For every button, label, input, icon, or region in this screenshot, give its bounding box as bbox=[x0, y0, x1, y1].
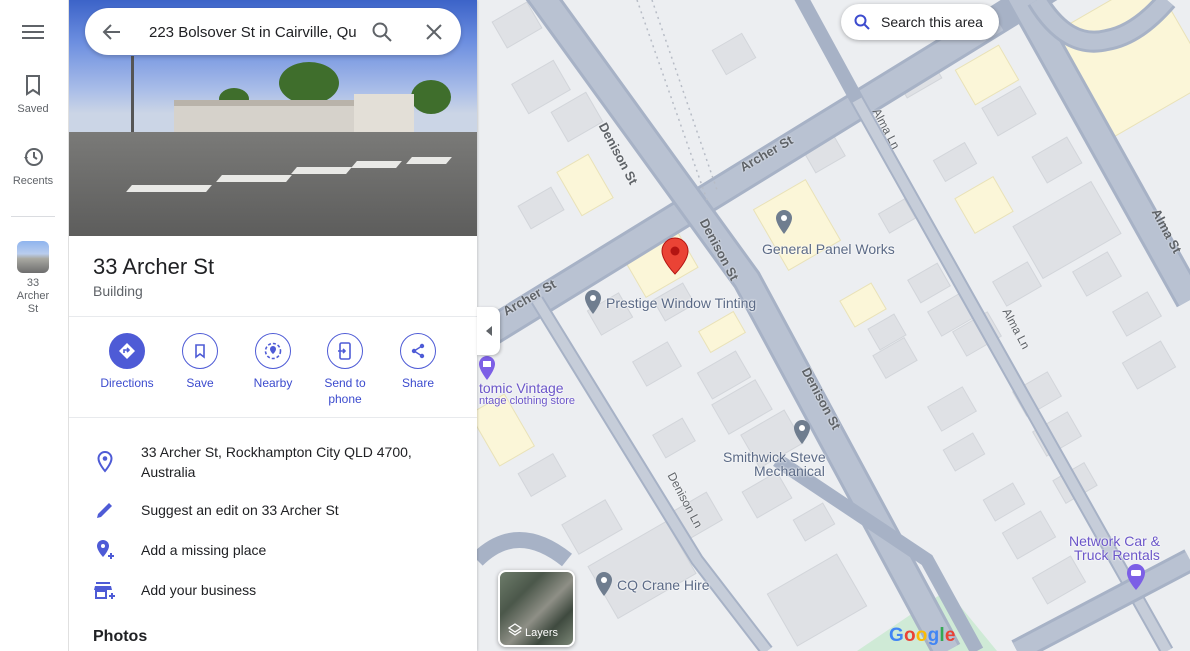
photo-tree bbox=[279, 62, 339, 104]
saved-button[interactable]: Saved bbox=[0, 73, 66, 115]
nearby-button[interactable]: Nearby bbox=[238, 333, 308, 391]
poi-label[interactable]: Prestige Window Tinting bbox=[606, 295, 756, 311]
search-input[interactable] bbox=[149, 20, 357, 44]
car-rental-pin-icon[interactable] bbox=[1126, 563, 1146, 591]
crossing-stripe bbox=[351, 161, 402, 168]
directions-button[interactable]: Directions bbox=[92, 333, 162, 391]
crossing-stripe bbox=[126, 185, 212, 192]
crossing-stripe bbox=[291, 167, 352, 174]
google-logo: Google bbox=[889, 625, 956, 646]
poi-label[interactable]: tomic Vintage bbox=[479, 380, 564, 396]
map-canvas[interactable]: Denison St Archer St Archer St Denison S… bbox=[477, 0, 1190, 651]
save-label: Save bbox=[186, 376, 214, 390]
crossing-stripe bbox=[406, 157, 452, 164]
photo-road bbox=[69, 132, 477, 236]
add-missing-place-row[interactable]: Add a missing place bbox=[69, 538, 477, 562]
search-icon[interactable] bbox=[369, 19, 395, 45]
shopping-pin-icon[interactable] bbox=[478, 355, 496, 381]
poi-pin-icon[interactable] bbox=[584, 289, 602, 315]
poi-pin-icon[interactable] bbox=[793, 419, 811, 445]
layers-button[interactable]: Layers bbox=[498, 570, 575, 647]
send-to-phone-icon bbox=[327, 333, 363, 369]
menu-icon[interactable] bbox=[20, 22, 46, 42]
selected-location-pin-icon[interactable] bbox=[661, 237, 689, 275]
recents-label: Recents bbox=[12, 175, 54, 187]
address-text: 33 Archer St, Rockhampton City QLD 4700,… bbox=[141, 444, 412, 480]
bookmark-icon bbox=[182, 333, 218, 369]
directions-label: Directions bbox=[100, 376, 154, 390]
add-missing-place-text: Add a missing place bbox=[141, 542, 267, 558]
share-label: Share bbox=[401, 376, 435, 390]
layers-label: Layers bbox=[524, 627, 559, 639]
bookmark-icon bbox=[26, 75, 40, 96]
suggest-edit-row[interactable]: Suggest an edit on 33 Archer St bbox=[69, 498, 477, 522]
chevron-left-icon bbox=[485, 326, 492, 336]
poi-pin-icon[interactable] bbox=[775, 209, 793, 235]
photo-tree bbox=[411, 80, 451, 114]
poi-label[interactable]: CQ Crane Hire bbox=[617, 577, 710, 593]
search-this-area-button[interactable]: Search this area bbox=[841, 4, 999, 40]
left-rail: Saved Recents 33 Archer St bbox=[0, 0, 69, 651]
recent-place-label: 33 Archer St bbox=[16, 277, 50, 315]
share-button[interactable]: Share bbox=[383, 333, 453, 391]
search-box bbox=[85, 8, 461, 55]
save-button[interactable]: Save bbox=[165, 333, 235, 391]
action-bar: Directions Save Nearby Send to phone Sha… bbox=[69, 333, 477, 413]
place-panel: 33 Archer St Building Directions Save Ne… bbox=[69, 0, 477, 651]
search-this-area-label: Search this area bbox=[881, 14, 983, 30]
address-row[interactable]: 33 Archer St, Rockhampton City QLD 4700,… bbox=[69, 442, 477, 482]
place-title: 33 Archer St bbox=[93, 254, 215, 279]
recents-button[interactable]: Recents bbox=[0, 145, 66, 187]
poi-pin-icon[interactable] bbox=[595, 571, 613, 597]
share-icon bbox=[400, 333, 436, 369]
photo-building bbox=[174, 100, 364, 136]
location-pin-icon bbox=[97, 450, 113, 473]
saved-label: Saved bbox=[17, 103, 49, 115]
photos-heading: Photos bbox=[93, 628, 148, 645]
place-category: Building bbox=[93, 283, 143, 299]
send-to-phone-button[interactable]: Send to phone bbox=[310, 333, 380, 407]
poi-label[interactable]: General Panel Works bbox=[762, 241, 895, 257]
rail-divider bbox=[11, 216, 55, 217]
send-to-phone-label: Send to phone bbox=[324, 376, 366, 406]
nearby-label: Nearby bbox=[253, 376, 293, 390]
back-arrow-icon[interactable] bbox=[100, 20, 124, 44]
collapse-panel-button[interactable] bbox=[477, 307, 500, 355]
close-icon[interactable] bbox=[421, 19, 447, 45]
directions-icon bbox=[109, 333, 145, 369]
poi-sublabel: ntage clothing store bbox=[479, 395, 576, 407]
search-icon bbox=[854, 14, 870, 30]
suggest-edit-text: Suggest an edit on 33 Archer St bbox=[141, 502, 339, 518]
photo-pole bbox=[131, 56, 134, 136]
divider bbox=[69, 316, 477, 317]
add-location-icon bbox=[97, 540, 114, 559]
photo-building bbox=[354, 94, 414, 132]
add-business-text: Add your business bbox=[141, 582, 257, 598]
recent-place-item[interactable]: 33 Archer St bbox=[0, 241, 66, 316]
history-icon bbox=[24, 148, 43, 166]
recent-place-thumbnail bbox=[17, 241, 49, 273]
poi-label: Mechanical bbox=[754, 463, 825, 479]
add-business-row[interactable]: Add your business bbox=[69, 578, 477, 602]
pencil-icon bbox=[97, 503, 112, 518]
add-business-icon bbox=[94, 582, 115, 599]
poi-label: Truck Rentals bbox=[1074, 547, 1160, 563]
nearby-icon bbox=[255, 333, 291, 369]
crossing-stripe bbox=[216, 175, 292, 182]
divider bbox=[69, 417, 477, 418]
